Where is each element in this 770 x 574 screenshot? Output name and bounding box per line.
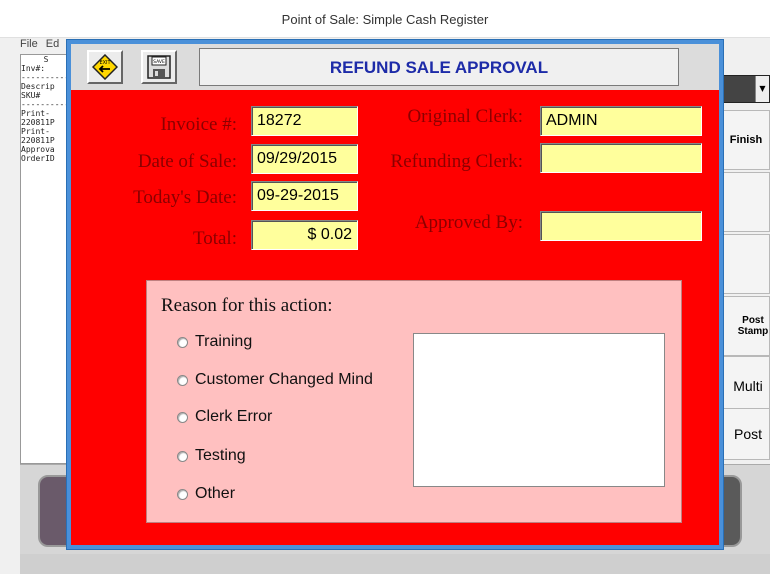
receipt-line: Inv#: — [21, 64, 46, 73]
refunding-clerk-field[interactable] — [540, 143, 702, 173]
right-button-blank-2[interactable] — [722, 234, 770, 294]
reason-option-customer-changed-mind[interactable]: Customer Changed Mind — [177, 371, 373, 389]
reason-option-other[interactable]: Other — [177, 485, 235, 503]
todays-date-label: Today's Date: — [133, 187, 237, 208]
reason-title: Reason for this action: — [161, 295, 333, 316]
svg-text:EXIT: EXIT — [99, 60, 111, 66]
receipt-line: Print- — [21, 127, 50, 136]
post-stamp-button[interactable]: Post Stamp — [722, 296, 770, 356]
original-clerk-label: Original Clerk: — [407, 106, 523, 127]
approved-by-label: Approved By: — [414, 212, 523, 233]
receipt-line: S — [43, 55, 49, 64]
reason-option-testing[interactable]: Testing — [177, 447, 246, 465]
todays-date-field[interactable]: 09-29-2015 — [251, 181, 358, 211]
exit-icon: EXIT — [92, 54, 118, 80]
radio-button-icon[interactable] — [177, 488, 188, 500]
menu-edit[interactable]: Ed — [46, 38, 59, 50]
reason-option-label: Training — [195, 333, 253, 350]
receipt-line: 220811P — [21, 118, 55, 127]
status-bar — [20, 554, 770, 574]
original-clerk-field[interactable]: ADMIN — [540, 106, 702, 136]
menu-file[interactable]: File — [20, 38, 38, 50]
radio-button-icon[interactable] — [177, 411, 188, 423]
reason-option-training[interactable]: Training — [177, 333, 252, 351]
save-button[interactable]: SAVE — [141, 50, 177, 84]
right-button-blank-1[interactable] — [722, 172, 770, 232]
receipt-line: SKU# — [21, 91, 41, 100]
date-of-sale-field[interactable]: 09/29/2015 — [251, 144, 358, 174]
receipt-line: Print- — [21, 109, 50, 118]
reason-panel: Reason for this action: Training Custome… — [146, 280, 682, 523]
reason-option-label: Clerk Error — [195, 408, 273, 425]
multi-button[interactable]: Multi — [722, 356, 770, 416]
finish-button[interactable]: Finish — [722, 110, 770, 170]
receipt-line: Approva — [21, 145, 55, 154]
post-button[interactable]: Post — [722, 408, 770, 460]
receipt-line: ---------- — [21, 100, 70, 109]
refund-approval-dialog: EXIT SAVE REFUND SALE APPROVAL Invoice #… — [67, 40, 723, 549]
invoice-label: Invoice #: — [160, 114, 237, 135]
dialog-header: EXIT SAVE REFUND SALE APPROVAL — [71, 44, 719, 90]
radio-button-icon[interactable] — [177, 336, 188, 348]
receipt-line: ---------- — [21, 73, 70, 82]
dialog-body: Invoice #: 18272 Date of Sale: 09/29/201… — [71, 90, 719, 545]
chevron-down-icon[interactable]: ▼ — [755, 76, 769, 102]
svg-text:SAVE: SAVE — [153, 59, 165, 65]
refunding-clerk-label: Refunding Clerk: — [390, 151, 523, 172]
reason-option-label: Other — [195, 485, 236, 502]
receipt-line: Descrip — [21, 82, 55, 91]
reason-option-label: Testing — [195, 447, 246, 464]
radio-button-icon[interactable] — [177, 374, 188, 386]
reason-option-clerk-error[interactable]: Clerk Error — [177, 408, 272, 426]
radio-button-icon[interactable] — [177, 450, 188, 462]
window-title: Point of Sale: Simple Cash Register — [0, 0, 770, 38]
receipt-panel: S Inv#: ---------- Descrip SKU# ---------- Pri… — [20, 54, 72, 464]
receipt-line: 220811P — [21, 136, 55, 145]
reason-option-label: Customer Changed Mind — [195, 371, 373, 388]
total-label: Total: — [192, 228, 237, 249]
dialog-title: REFUND SALE APPROVAL — [199, 48, 679, 86]
floppy-disk-icon: SAVE — [147, 55, 171, 79]
date-of-sale-label: Date of Sale: — [137, 151, 237, 172]
reason-notes-textarea[interactable] — [413, 333, 665, 487]
right-dropdown[interactable]: ▼ — [722, 75, 770, 103]
total-field[interactable]: $ 0.02 — [251, 220, 358, 250]
receipt-line: OrderID — [21, 154, 55, 163]
approved-by-field[interactable] — [540, 211, 702, 241]
exit-button[interactable]: EXIT — [87, 50, 123, 84]
invoice-field[interactable]: 18272 — [251, 106, 358, 136]
